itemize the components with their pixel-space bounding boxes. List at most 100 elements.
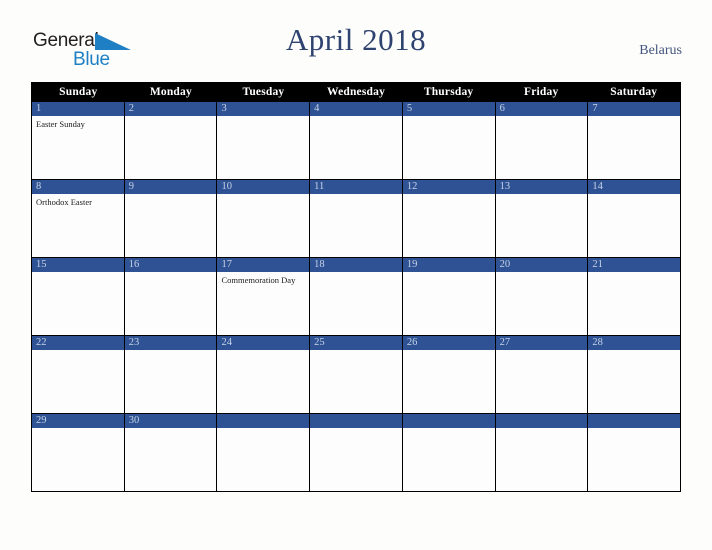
day-events — [403, 194, 495, 197]
day-cell[interactable]: 4 — [309, 102, 402, 179]
day-events — [588, 272, 680, 275]
day-number: 22 — [32, 336, 124, 350]
day-cell[interactable]: 27 — [494, 336, 588, 413]
day-events — [125, 350, 217, 353]
day-cell[interactable] — [587, 414, 681, 491]
day-events — [217, 428, 309, 431]
calendar-week-row: 22 23 24 25 26 27 28 — [32, 335, 681, 413]
day-events — [310, 350, 402, 353]
day-cell[interactable]: 6 — [494, 102, 588, 179]
day-number: 2 — [124, 102, 217, 116]
day-number: 16 — [124, 258, 217, 272]
day-cell[interactable]: 17 Commemoration Day — [216, 258, 310, 335]
day-events — [310, 272, 402, 275]
day-cell[interactable]: 22 — [32, 336, 124, 413]
day-number — [402, 414, 495, 428]
day-number — [588, 414, 681, 428]
day-events — [217, 194, 309, 197]
day-number: 5 — [402, 102, 495, 116]
day-cell[interactable]: 19 — [401, 258, 495, 335]
day-number — [310, 414, 402, 428]
day-number — [495, 414, 588, 428]
page-title: April 2018 — [285, 22, 427, 57]
day-cell[interactable]: 16 — [123, 258, 217, 335]
day-cell[interactable]: 2 — [123, 102, 217, 179]
day-events — [32, 272, 124, 275]
day-events — [496, 272, 588, 275]
day-number: 19 — [402, 258, 495, 272]
day-events — [496, 428, 588, 431]
day-cell[interactable]: 3 — [216, 102, 310, 179]
day-events — [403, 428, 495, 431]
calendar-week-row: 29 30 — [32, 413, 681, 491]
day-cell[interactable]: 18 — [309, 258, 402, 335]
day-events — [310, 116, 402, 119]
day-number: 28 — [588, 336, 681, 350]
day-cell[interactable]: 11 — [309, 180, 402, 257]
day-number: 25 — [310, 336, 402, 350]
day-number: 15 — [32, 258, 124, 272]
day-cell[interactable] — [494, 414, 588, 491]
day-number: 29 — [32, 414, 124, 428]
day-cell[interactable]: 1 Easter Sunday — [32, 102, 124, 179]
day-events: Commemoration Day — [217, 272, 309, 285]
calendar-grid: Sunday Monday Tuesday Wednesday Thursday… — [31, 82, 681, 492]
day-cell[interactable]: 14 — [587, 180, 681, 257]
day-cell[interactable]: 24 — [216, 336, 310, 413]
day-number: 8 — [32, 180, 124, 194]
day-number: 14 — [588, 180, 681, 194]
day-number: 11 — [310, 180, 402, 194]
day-cell[interactable]: 20 — [494, 258, 588, 335]
day-events — [496, 116, 588, 119]
day-events — [217, 116, 309, 119]
day-cell[interactable]: 7 — [587, 102, 681, 179]
day-cell[interactable]: 26 — [401, 336, 495, 413]
country-label: Belarus — [639, 43, 682, 58]
calendar-page: General Blue April 2018 Belarus Sunday M… — [0, 0, 712, 550]
weekday-tuesday: Tuesday — [242, 86, 285, 98]
day-number: 27 — [495, 336, 588, 350]
day-number: 30 — [124, 414, 217, 428]
day-cell[interactable] — [309, 414, 402, 491]
day-cell[interactable]: 21 — [587, 258, 681, 335]
day-cell[interactable]: 9 — [123, 180, 217, 257]
day-events — [125, 194, 217, 197]
day-cell[interactable]: 8 Orthodox Easter — [32, 180, 124, 257]
day-events: Easter Sunday — [32, 116, 124, 129]
day-number: 10 — [217, 180, 310, 194]
day-events — [125, 272, 217, 275]
day-cell[interactable]: 29 — [32, 414, 124, 491]
day-cell[interactable]: 28 — [587, 336, 681, 413]
day-events — [310, 194, 402, 197]
weekday-friday: Friday — [523, 86, 559, 98]
day-cell[interactable]: 5 — [401, 102, 495, 179]
day-events — [32, 350, 124, 353]
day-events — [403, 116, 495, 119]
day-number: 7 — [588, 102, 681, 116]
day-cell[interactable]: 12 — [401, 180, 495, 257]
weekday-wednesday: Wednesday — [327, 86, 386, 98]
day-events — [125, 116, 217, 119]
day-cell[interactable] — [401, 414, 495, 491]
day-number — [217, 414, 310, 428]
day-number: 6 — [495, 102, 588, 116]
day-cell[interactable]: 23 — [123, 336, 217, 413]
day-cell[interactable]: 30 — [123, 414, 217, 491]
day-events — [588, 428, 680, 431]
day-number: 21 — [588, 258, 681, 272]
day-cell[interactable]: 10 — [216, 180, 310, 257]
day-number: 12 — [402, 180, 495, 194]
day-cell[interactable]: 15 — [32, 258, 124, 335]
calendar-week-row: 15 16 17 Commemoration Day 18 19 20 21 — [32, 257, 681, 335]
weekday-saturday: Saturday — [610, 86, 658, 98]
day-number: 4 — [310, 102, 402, 116]
day-number: 1 — [32, 102, 124, 116]
day-cell[interactable]: 25 — [309, 336, 402, 413]
weekday-monday: Monday — [149, 86, 192, 98]
day-cell[interactable]: 13 — [494, 180, 588, 257]
page-header: General Blue April 2018 Belarus — [0, 22, 712, 78]
calendar-week-row: 8 Orthodox Easter 9 10 11 12 13 14 — [32, 179, 681, 257]
day-number: 3 — [217, 102, 310, 116]
weekday-sunday: Sunday — [59, 86, 98, 98]
day-cell[interactable] — [216, 414, 310, 491]
